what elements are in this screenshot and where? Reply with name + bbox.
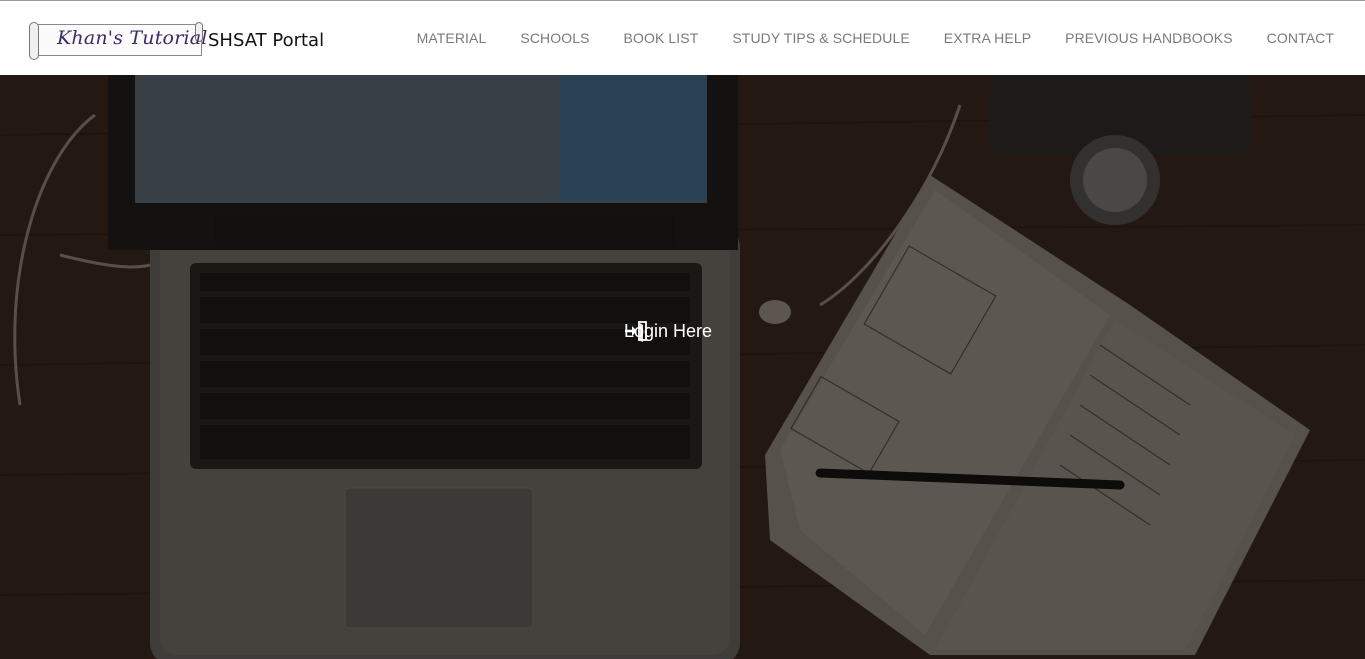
hero-background-image [0,75,1365,659]
nav-item-material[interactable]: MATERIAL [417,30,487,46]
nav-item-contact[interactable]: CONTACT [1267,30,1334,46]
main-nav: MATERIAL SCHOOLS BOOK LIST STUDY TIPS & … [417,30,1334,46]
nav-item-study-tips-schedule[interactable]: STUDY TIPS & SCHEDULE [732,30,909,46]
nav-item-extra-help[interactable]: EXTRA HELP [944,30,1031,46]
logo-script-text: Khan's Tutorial [57,27,208,49]
hero-section: Login Here [0,75,1365,659]
nav-item-previous-handbooks[interactable]: PREVIOUS HANDBOOKS [1065,30,1233,46]
site-logo[interactable]: Khan's Tutorial SHSAT Portal [29,22,325,60]
logo-scroll-banner: Khan's Tutorial [29,22,207,60]
nav-item-schools[interactable]: SCHOOLS [520,30,589,46]
scroll-roll-left [29,22,39,60]
sign-in-icon [625,319,744,343]
login-link[interactable]: Login Here [624,319,744,343]
site-header: Khan's Tutorial SHSAT Portal MATERIAL SC… [0,1,1365,75]
nav-item-book-list[interactable]: BOOK LIST [624,30,699,46]
portal-name: SHSAT Portal [208,29,325,51]
